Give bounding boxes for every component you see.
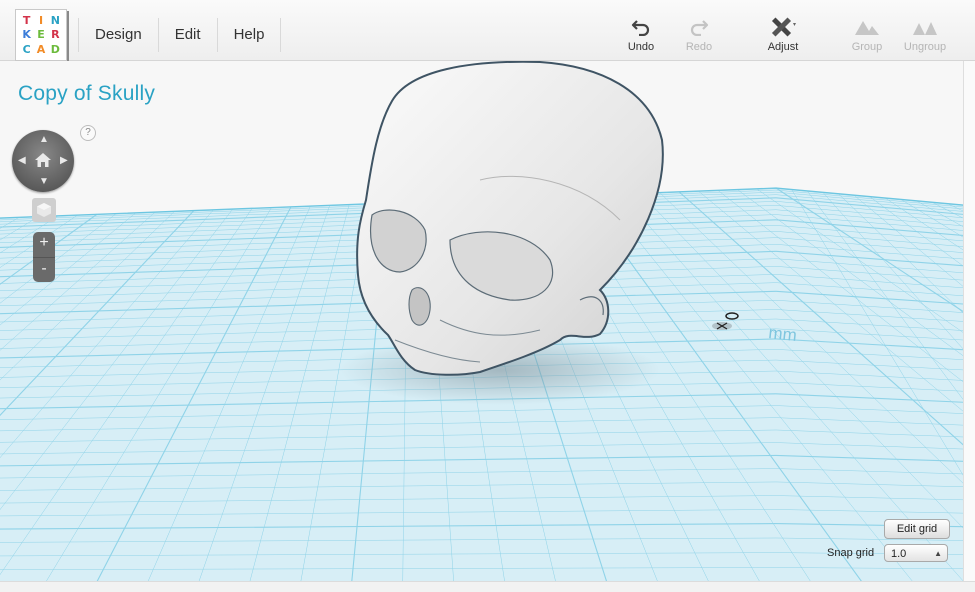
- select-arrows-icon: ▲: [934, 549, 942, 558]
- ungroup-button[interactable]: Ungroup: [897, 16, 953, 56]
- logo-letter: C: [22, 42, 31, 56]
- view-cube-icon: [37, 203, 51, 217]
- logo-letter: E: [37, 28, 45, 42]
- logo-letter: A: [36, 42, 46, 56]
- orbit-left-icon[interactable]: ◀: [18, 156, 26, 166]
- adjust-label: Adjust: [767, 41, 799, 53]
- zoom-control: + -: [33, 232, 55, 282]
- undo-label: Undo: [627, 41, 655, 53]
- orbit-up-icon[interactable]: ▲: [39, 135, 49, 145]
- zoom-in-button[interactable]: +: [33, 232, 55, 258]
- redo-icon: [671, 16, 727, 38]
- logo-letter: D: [50, 42, 60, 56]
- design-title[interactable]: Copy of Skully: [18, 82, 155, 106]
- tinkercad-logo[interactable]: T I N K E R C A D: [15, 9, 67, 61]
- group-button[interactable]: Group: [839, 16, 895, 56]
- menu-edit[interactable]: Edit: [159, 18, 218, 52]
- unit-label: mm: [768, 323, 798, 345]
- 3d-viewport[interactable]: mm: [0, 61, 963, 581]
- main-menu: Design Edit Help: [78, 18, 282, 52]
- zoom-out-button[interactable]: -: [33, 258, 55, 283]
- group-label: Group: [851, 41, 883, 53]
- menu-help[interactable]: Help: [218, 18, 282, 52]
- orbit-down-icon[interactable]: ▼: [39, 177, 49, 187]
- undo-icon: [613, 16, 669, 38]
- adjust-button[interactable]: Adjust: [755, 16, 811, 56]
- bottom-edge: [0, 581, 975, 592]
- view-cube-button[interactable]: [32, 198, 56, 222]
- undo-button[interactable]: Undo: [613, 16, 669, 56]
- workplane-scene: mm: [0, 61, 963, 581]
- scrollbar-right[interactable]: [963, 61, 975, 581]
- tinkercad-window: T I N K E R C A D Design Edit Help Undo: [0, 0, 975, 592]
- navigation-help-button[interactable]: ?: [80, 125, 96, 141]
- snap-grid-value: 1.0: [891, 548, 907, 560]
- group-icon: [839, 16, 895, 38]
- edit-grid-button[interactable]: Edit grid: [884, 519, 950, 539]
- menu-design[interactable]: Design: [78, 18, 159, 52]
- ungroup-icon: [897, 16, 953, 38]
- logo-letter: K: [22, 28, 31, 42]
- adjust-icon: [755, 16, 811, 38]
- logo-letter: I: [38, 14, 44, 28]
- snap-grid-label: Snap grid: [827, 547, 875, 559]
- home-icon[interactable]: [34, 151, 52, 169]
- logo-letter: T: [22, 14, 31, 28]
- orbit-right-icon[interactable]: ▶: [60, 156, 68, 166]
- redo-label: Redo: [685, 41, 713, 53]
- top-toolbar: T I N K E R C A D Design Edit Help Undo: [0, 0, 975, 61]
- ungroup-label: Ungroup: [903, 41, 947, 53]
- logo-letter: N: [50, 14, 60, 28]
- snap-grid-select[interactable]: 1.0 ▲: [884, 544, 948, 562]
- logo-letter: R: [51, 28, 60, 42]
- orbit-control[interactable]: ▲ ▼ ◀ ▶: [12, 130, 74, 192]
- redo-button[interactable]: Redo: [671, 16, 727, 56]
